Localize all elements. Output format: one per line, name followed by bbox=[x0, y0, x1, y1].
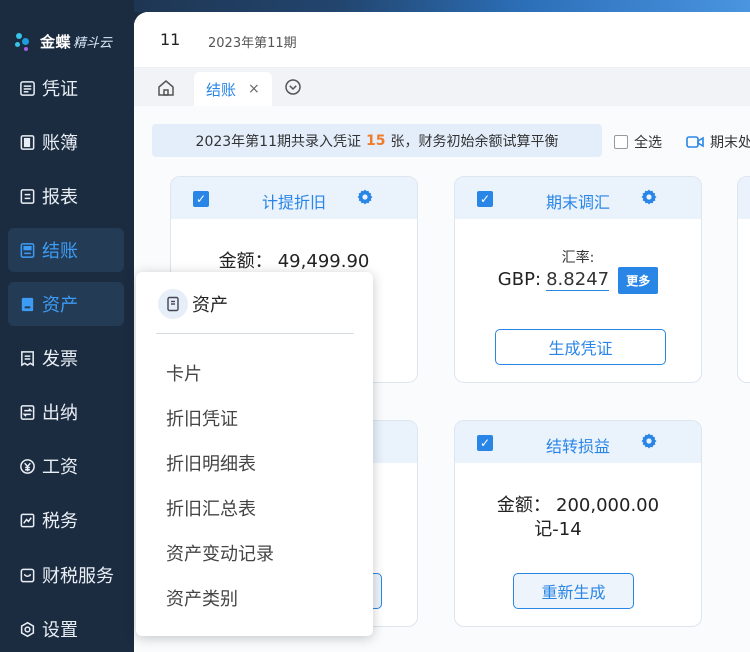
amount-value: 49,499.90 bbox=[277, 251, 370, 272]
sidebar-item-label: 工资 bbox=[42, 457, 78, 478]
page-header: 11 2023年第11期 bbox=[134, 12, 750, 68]
period-end-label: 期末处 bbox=[710, 135, 750, 151]
select-all-label: 全选 bbox=[634, 135, 662, 151]
sidebar-item-invoices[interactable]: 发票 bbox=[8, 336, 124, 380]
period-label: 2023年第11期 bbox=[208, 36, 297, 51]
rate-label: 汇率: bbox=[561, 250, 595, 266]
card-header: ✓ 期末调汇 bbox=[455, 177, 701, 219]
submenu-item-asset-changes[interactable]: 资产变动记录 bbox=[166, 540, 274, 566]
sidebar-item-cashier[interactable]: 出纳 bbox=[8, 390, 124, 434]
sidebar-item-ledger[interactable]: 账簿 bbox=[8, 120, 124, 164]
regenerate-button[interactable]: 重新生成 bbox=[513, 573, 634, 609]
submenu-item-depreciation-voucher[interactable]: 折旧凭证 bbox=[166, 405, 238, 431]
gear-icon[interactable] bbox=[641, 433, 657, 449]
settings-icon bbox=[18, 620, 36, 638]
sidebar-item-checkout[interactable]: 结账 bbox=[8, 228, 124, 272]
submenu-item-asset-categories[interactable]: 资产类别 bbox=[166, 585, 238, 611]
amount-label: 金额： bbox=[218, 251, 273, 272]
voucher-number[interactable]: 记-14 bbox=[455, 515, 681, 541]
card-profit-loss: ✓ 结转损益 金额： 200,000.00 记-14 重新生成 bbox=[454, 420, 702, 627]
period-end-button[interactable]: 期末处 bbox=[686, 132, 750, 152]
more-button[interactable]: 更多 bbox=[618, 267, 659, 294]
divider bbox=[156, 333, 354, 334]
card-partial-right bbox=[737, 176, 750, 383]
card-body: 金额： 49,499.90 bbox=[171, 247, 417, 273]
sidebar: 金蝶 精斗云 凭证 账簿 报表 结账 资产 发票 出纳 工资 税务 财税服务 设… bbox=[0, 0, 134, 652]
card-header: ✓ 结转损益 bbox=[455, 421, 701, 463]
service-icon bbox=[18, 566, 36, 584]
submenu-header: 资产 bbox=[158, 289, 228, 319]
list-icon bbox=[18, 79, 36, 97]
gear-icon[interactable] bbox=[641, 189, 657, 205]
card-title: 计提折旧 bbox=[261, 193, 326, 212]
report-icon bbox=[18, 187, 36, 205]
submenu-item-cards[interactable]: 卡片 bbox=[166, 360, 202, 386]
salary-icon bbox=[18, 457, 36, 475]
summary-banner: 2023年第11期共录入凭证 15 张，财务初始余额试算平衡 bbox=[152, 124, 602, 157]
cashier-icon bbox=[18, 403, 36, 421]
invoice-icon bbox=[18, 349, 36, 367]
sidebar-item-label: 报表 bbox=[42, 187, 78, 208]
sidebar-item-label: 结账 bbox=[42, 241, 78, 262]
logo-dots-icon bbox=[14, 30, 36, 52]
sidebar-item-salary[interactable]: 工资 bbox=[8, 444, 124, 488]
chevron-down-circle-icon[interactable] bbox=[284, 78, 302, 96]
home-icon[interactable] bbox=[156, 78, 176, 98]
asset-submenu: 资产 卡片 折旧凭证 折旧明细表 折旧汇总表 资产变动记录 资产类别 bbox=[136, 272, 373, 636]
select-all-checkbox[interactable]: 全选 bbox=[614, 132, 662, 152]
close-icon[interactable]: × bbox=[248, 81, 260, 97]
checkout-icon bbox=[18, 241, 36, 259]
gear-icon[interactable] bbox=[357, 189, 373, 205]
rate-input[interactable]: 8.8247 bbox=[546, 269, 610, 291]
asset-book-icon bbox=[158, 289, 188, 319]
sidebar-item-label: 账簿 bbox=[42, 133, 78, 154]
sidebar-item-label: 资产 bbox=[42, 295, 78, 316]
summary-prefix: 2023年第11期共录入凭证 bbox=[195, 133, 361, 150]
card-body: 金额： 200,000.00 bbox=[455, 491, 701, 517]
sidebar-item-tax[interactable]: 税务 bbox=[8, 498, 124, 542]
sidebar-item-voucher[interactable]: 凭证 bbox=[8, 66, 124, 110]
sidebar-item-label: 设置 bbox=[42, 620, 78, 641]
card-title: 期末调汇 bbox=[545, 193, 610, 212]
voucher-number-text: 记-14 bbox=[534, 519, 582, 540]
tab-bar: 结账 × bbox=[134, 68, 750, 106]
asset-icon bbox=[18, 295, 36, 313]
sidebar-item-services[interactable]: 财税服务 bbox=[8, 553, 124, 597]
sidebar-item-label: 凭证 bbox=[42, 79, 78, 100]
video-icon bbox=[686, 136, 704, 148]
sidebar-item-settings[interactable]: 设置 bbox=[8, 607, 124, 651]
amount-value: 200,000.00 bbox=[556, 495, 660, 516]
amount-label: 金额： bbox=[496, 495, 551, 516]
sidebar-item-assets[interactable]: 资产 bbox=[8, 282, 124, 326]
rate-row: GBP: 8.8247 更多 bbox=[455, 267, 701, 294]
card-fx-adjustment: ✓ 期末调汇 汇率: GBP: 8.8247 更多 生成凭证 bbox=[454, 176, 702, 383]
sidebar-item-reports[interactable]: 报表 bbox=[8, 174, 124, 218]
submenu-item-depreciation-summary[interactable]: 折旧汇总表 bbox=[166, 495, 256, 521]
card-header bbox=[738, 177, 750, 219]
checkbox-icon bbox=[614, 135, 628, 149]
sidebar-item-label: 出纳 bbox=[42, 403, 78, 424]
voucher-count: 15 bbox=[365, 132, 386, 149]
summary-suffix: 张，财务初始余额试算平衡 bbox=[390, 133, 559, 150]
currency-code: GBP: bbox=[497, 269, 542, 290]
card-header: ✓ 计提折旧 bbox=[171, 177, 417, 219]
tab-label: 结账 bbox=[206, 80, 237, 99]
sidebar-item-label: 发票 bbox=[42, 349, 78, 370]
logo-subtitle: 精斗云 bbox=[73, 35, 113, 51]
submenu-item-depreciation-detail[interactable]: 折旧明细表 bbox=[166, 450, 256, 476]
app-logo[interactable]: 金蝶 精斗云 bbox=[14, 28, 112, 54]
sidebar-item-label: 税务 bbox=[42, 511, 78, 532]
card-title: 结转损益 bbox=[545, 437, 610, 456]
book-icon bbox=[18, 133, 36, 151]
submenu-title: 资产 bbox=[192, 295, 228, 316]
logo-text: 金蝶 bbox=[40, 32, 72, 51]
tab-checkout[interactable]: 结账 × bbox=[194, 72, 272, 106]
sidebar-item-label: 财税服务 bbox=[42, 566, 114, 587]
tax-icon bbox=[18, 511, 36, 529]
period-number[interactable]: 11 bbox=[160, 30, 180, 49]
generate-voucher-button[interactable]: 生成凭证 bbox=[495, 329, 666, 365]
